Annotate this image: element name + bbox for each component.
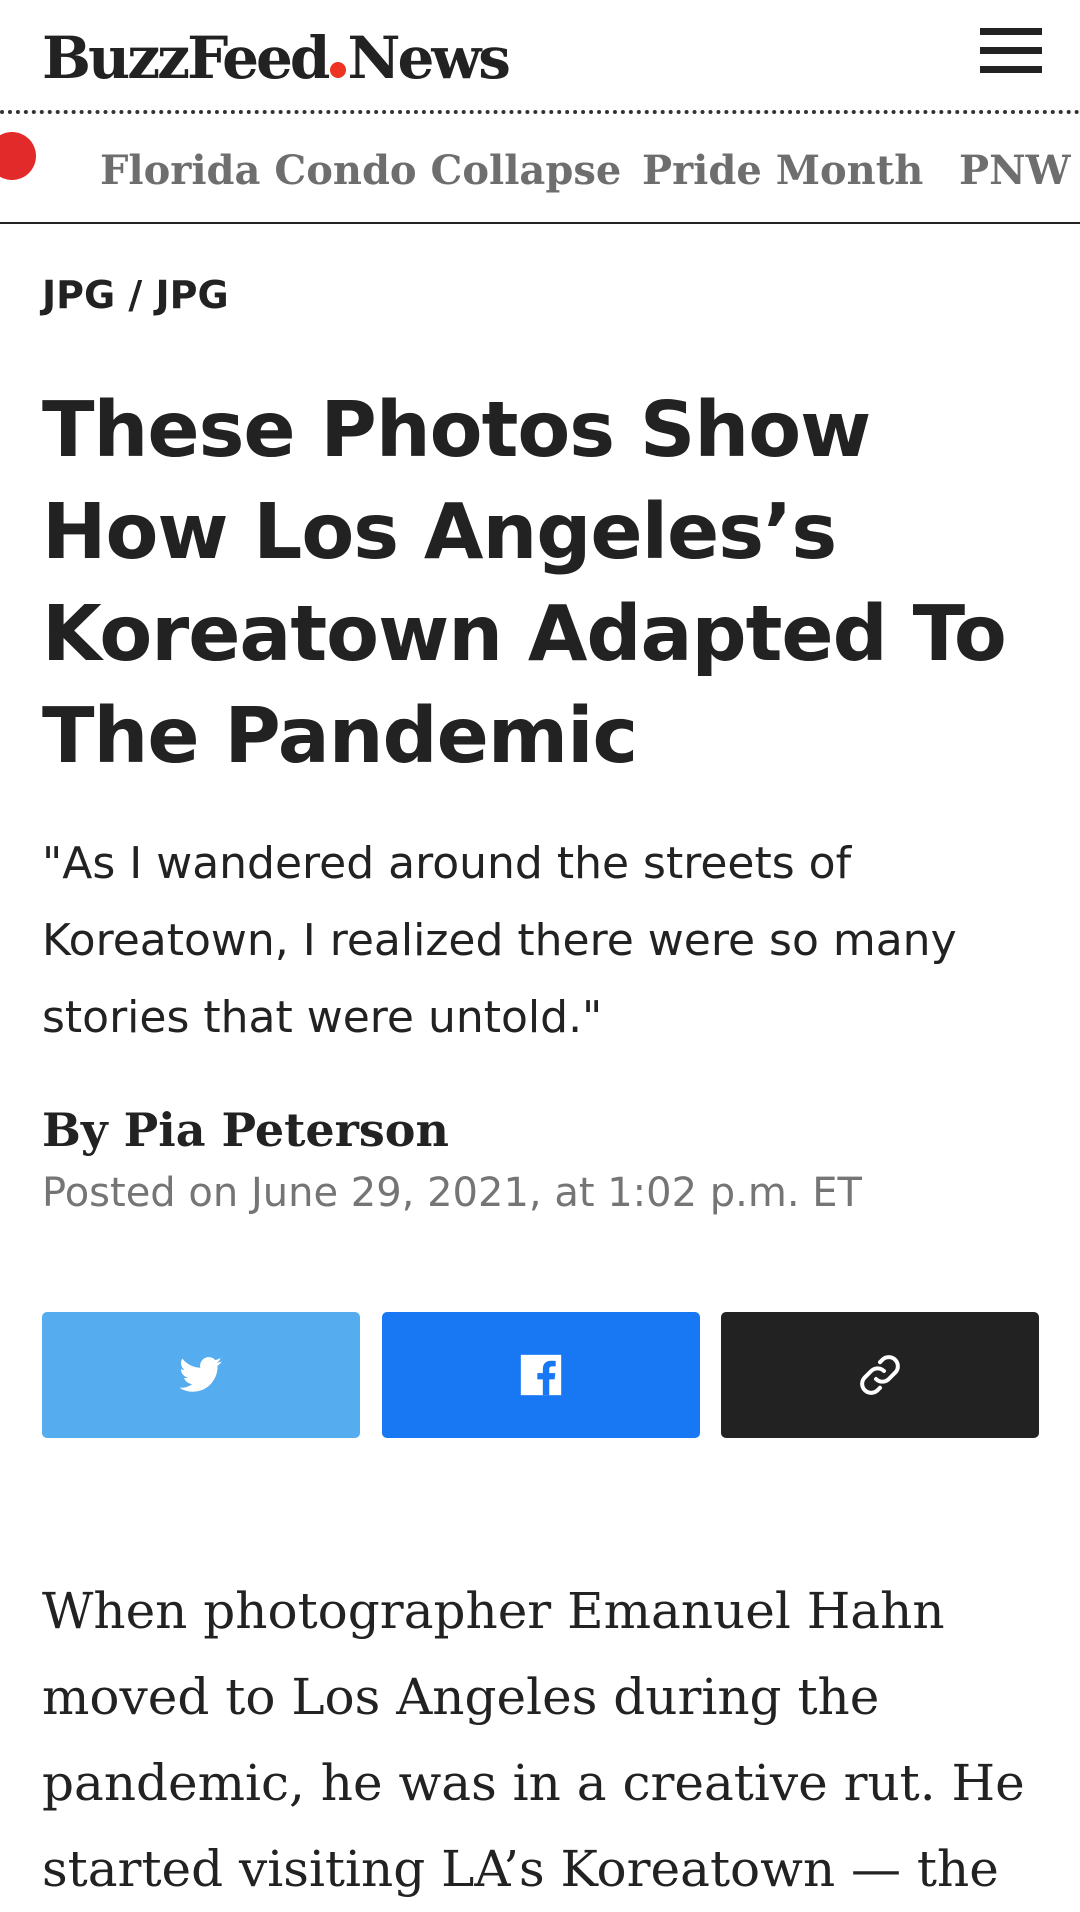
article-dek: "As I wandered around the streets of Kor… xyxy=(42,838,957,1043)
buzzfeed-news-logo[interactable]: BuzzFeed News xyxy=(42,22,511,94)
facebook-icon xyxy=(520,1354,562,1396)
logo-part-buzzfeed: BuzzFeed xyxy=(42,24,330,92)
hamburger-menu-icon[interactable] xyxy=(978,26,1044,76)
link-icon xyxy=(860,1355,900,1395)
logo-part-news: News xyxy=(347,24,510,92)
author-link[interactable]: Pia Peterson xyxy=(124,1103,449,1157)
twitter-share-button[interactable] xyxy=(42,1312,360,1438)
article-headline: These Photos Show How Los Angeles’s Kore… xyxy=(42,386,1007,781)
posted-timestamp: Posted on June 29, 2021, at 1:02 p.m. ET xyxy=(42,1170,862,1216)
facebook-share-button[interactable] xyxy=(382,1312,700,1438)
header-divider xyxy=(0,110,1080,114)
twitter-icon xyxy=(179,1357,222,1392)
byline: By Pia Peterson xyxy=(42,1098,449,1162)
trending-item-florida-condo-collapse[interactable]: Florida Condo Collapse xyxy=(100,146,621,196)
logo-dot xyxy=(330,62,347,78)
red-dot-icon xyxy=(0,132,36,180)
byline-prefix: By xyxy=(42,1103,108,1157)
article-body-paragraph: When photographer Emanuel Hahn moved to … xyxy=(42,1582,1025,1898)
trending-item-pnw-heatwave[interactable]: PNW Heatwave xyxy=(959,146,1080,196)
copy-link-button[interactable] xyxy=(721,1312,1039,1438)
trending-bar: Florida Condo Collapse Pride Month PNW H… xyxy=(0,118,1080,224)
site-header: BuzzFeed News xyxy=(0,0,1080,112)
trending-item-pride-month[interactable]: Pride Month xyxy=(642,146,923,196)
section-label[interactable]: JPG / JPG xyxy=(42,270,229,320)
